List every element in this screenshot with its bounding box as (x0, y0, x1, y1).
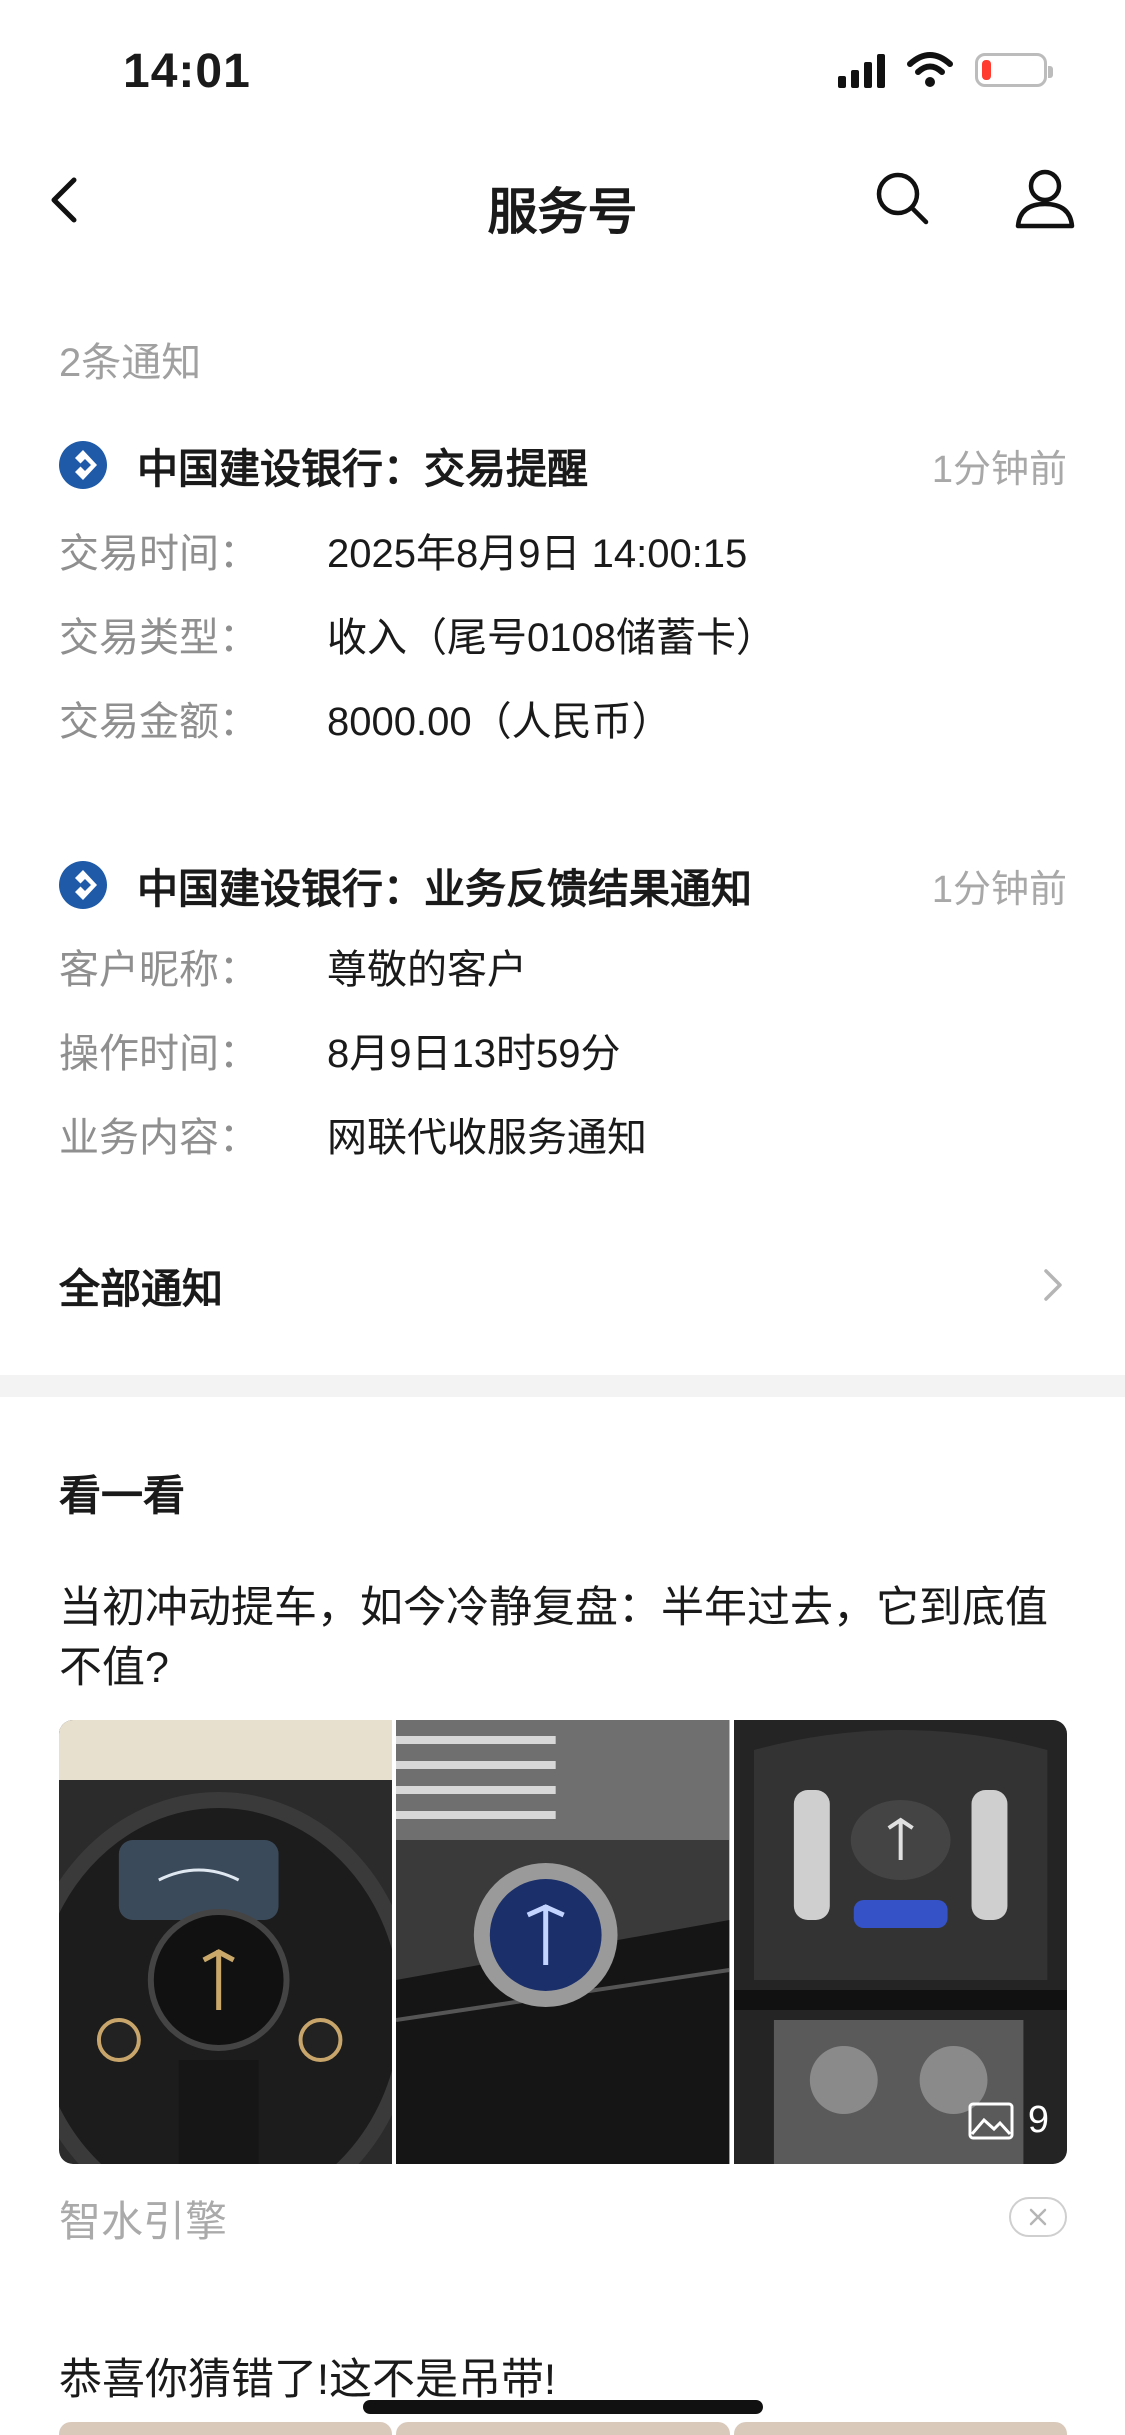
row-value: 网联代收服务通知 (327, 1116, 647, 1160)
row-value: 收入（尾号0108储蓄卡） (327, 616, 776, 660)
all-notifications-link[interactable]: 全部通知 (59, 1250, 1067, 1320)
row-label: 操作时间： (59, 1032, 259, 1076)
chevron-right-icon (1044, 1269, 1062, 1301)
notification-count: 2条通知 (59, 341, 202, 385)
row-label: 交易类型： (59, 616, 259, 660)
ccb-logo-icon (59, 441, 107, 489)
image-count-badge: 9 (968, 2099, 1049, 2142)
status-time: 14:01 (123, 45, 251, 98)
row-value: 8月9日13时59分 (327, 1032, 621, 1076)
row-label: 业务内容： (59, 1116, 259, 1160)
dismiss-article-button[interactable] (1009, 2197, 1067, 2237)
notification-time: 1分钟前 (931, 448, 1067, 491)
article-title[interactable]: 当初冲动提车，如今冷静复盘：半年过去，它到底值不值? (59, 1578, 1069, 1698)
row-label: 交易金额： (59, 700, 259, 744)
battery-icon (975, 53, 1053, 87)
steering-wheel-photo[interactable] (59, 1720, 393, 2164)
notification-row: 交易类型： 收入（尾号0108储蓄卡） (59, 592, 1067, 676)
close-icon (1029, 2208, 1047, 2226)
row-label: 交易时间： (59, 532, 259, 576)
notification-time: 1分钟前 (931, 868, 1067, 911)
row-value: 尊敬的客户 (327, 948, 527, 992)
status-icons (838, 52, 1053, 88)
notification-row: 交易金额： 8000.00（人民币） (59, 676, 1067, 760)
profile-button[interactable] (1012, 166, 1078, 232)
wifi-icon (907, 52, 953, 87)
article-image-gallery[interactable] (59, 2422, 1067, 2435)
notification-row: 客户昵称： 尊敬的客户 (59, 924, 1067, 1008)
article-photo[interactable] (396, 2422, 730, 2435)
image-gallery-icon (968, 2102, 1014, 2139)
status-bar: 14:01 (0, 0, 1125, 140)
nav-bar: 服务号 (0, 150, 1125, 250)
section-divider (0, 1375, 1125, 1397)
notification-title: 中国建设银行：交易提醒 (137, 446, 588, 492)
notification-row: 业务内容： 网联代收服务通知 (59, 1092, 1067, 1176)
start-button-photo[interactable] (396, 1720, 730, 2164)
notification-card[interactable]: 中国建设银行：交易提醒 1分钟前 交易时间： 2025年8月9日 14:00:1… (59, 430, 1067, 760)
battery-level (982, 60, 991, 80)
article-source: 智水引擎 (59, 2198, 228, 2245)
notification-header: 中国建设银行：业务反馈结果通知 1分钟前 (59, 850, 1067, 920)
article-photo[interactable] (733, 2422, 1067, 2435)
home-indicator[interactable] (363, 2400, 763, 2414)
notification-title: 中国建设银行：业务反馈结果通知 (137, 866, 752, 912)
discover-section-title: 看一看 (59, 1472, 186, 1519)
cellular-signal-icon (838, 52, 885, 88)
page-title: 服务号 (487, 184, 638, 240)
search-button[interactable] (872, 168, 934, 230)
row-value: 8000.00（人民币） (327, 700, 672, 744)
row-value: 2025年8月9日 14:00:15 (327, 532, 748, 576)
image-count: 9 (1027, 2099, 1049, 2141)
notification-card[interactable]: 中国建设银行：业务反馈结果通知 1分钟前 客户昵称： 尊敬的客户 操作时间： 8… (59, 850, 1067, 1176)
article-title[interactable]: 恭喜你猜错了!这不是吊带! (59, 2345, 556, 2407)
row-label: 客户昵称： (59, 948, 259, 992)
notification-header: 中国建设银行：交易提醒 1分钟前 (59, 430, 1067, 500)
all-notifications-label: 全部通知 (59, 1266, 223, 1312)
ccb-logo-icon (59, 861, 107, 909)
search-icon (876, 172, 929, 225)
article-image-gallery[interactable]: 9 (59, 1720, 1067, 2164)
profile-icon (1015, 169, 1075, 229)
article-photo[interactable] (59, 2422, 393, 2435)
notification-row: 操作时间： 8月9日13时59分 (59, 1008, 1067, 1092)
notification-row: 交易时间： 2025年8月9日 14:00:15 (59, 508, 1067, 592)
engine-bay-photo[interactable]: 9 (733, 1720, 1067, 2164)
